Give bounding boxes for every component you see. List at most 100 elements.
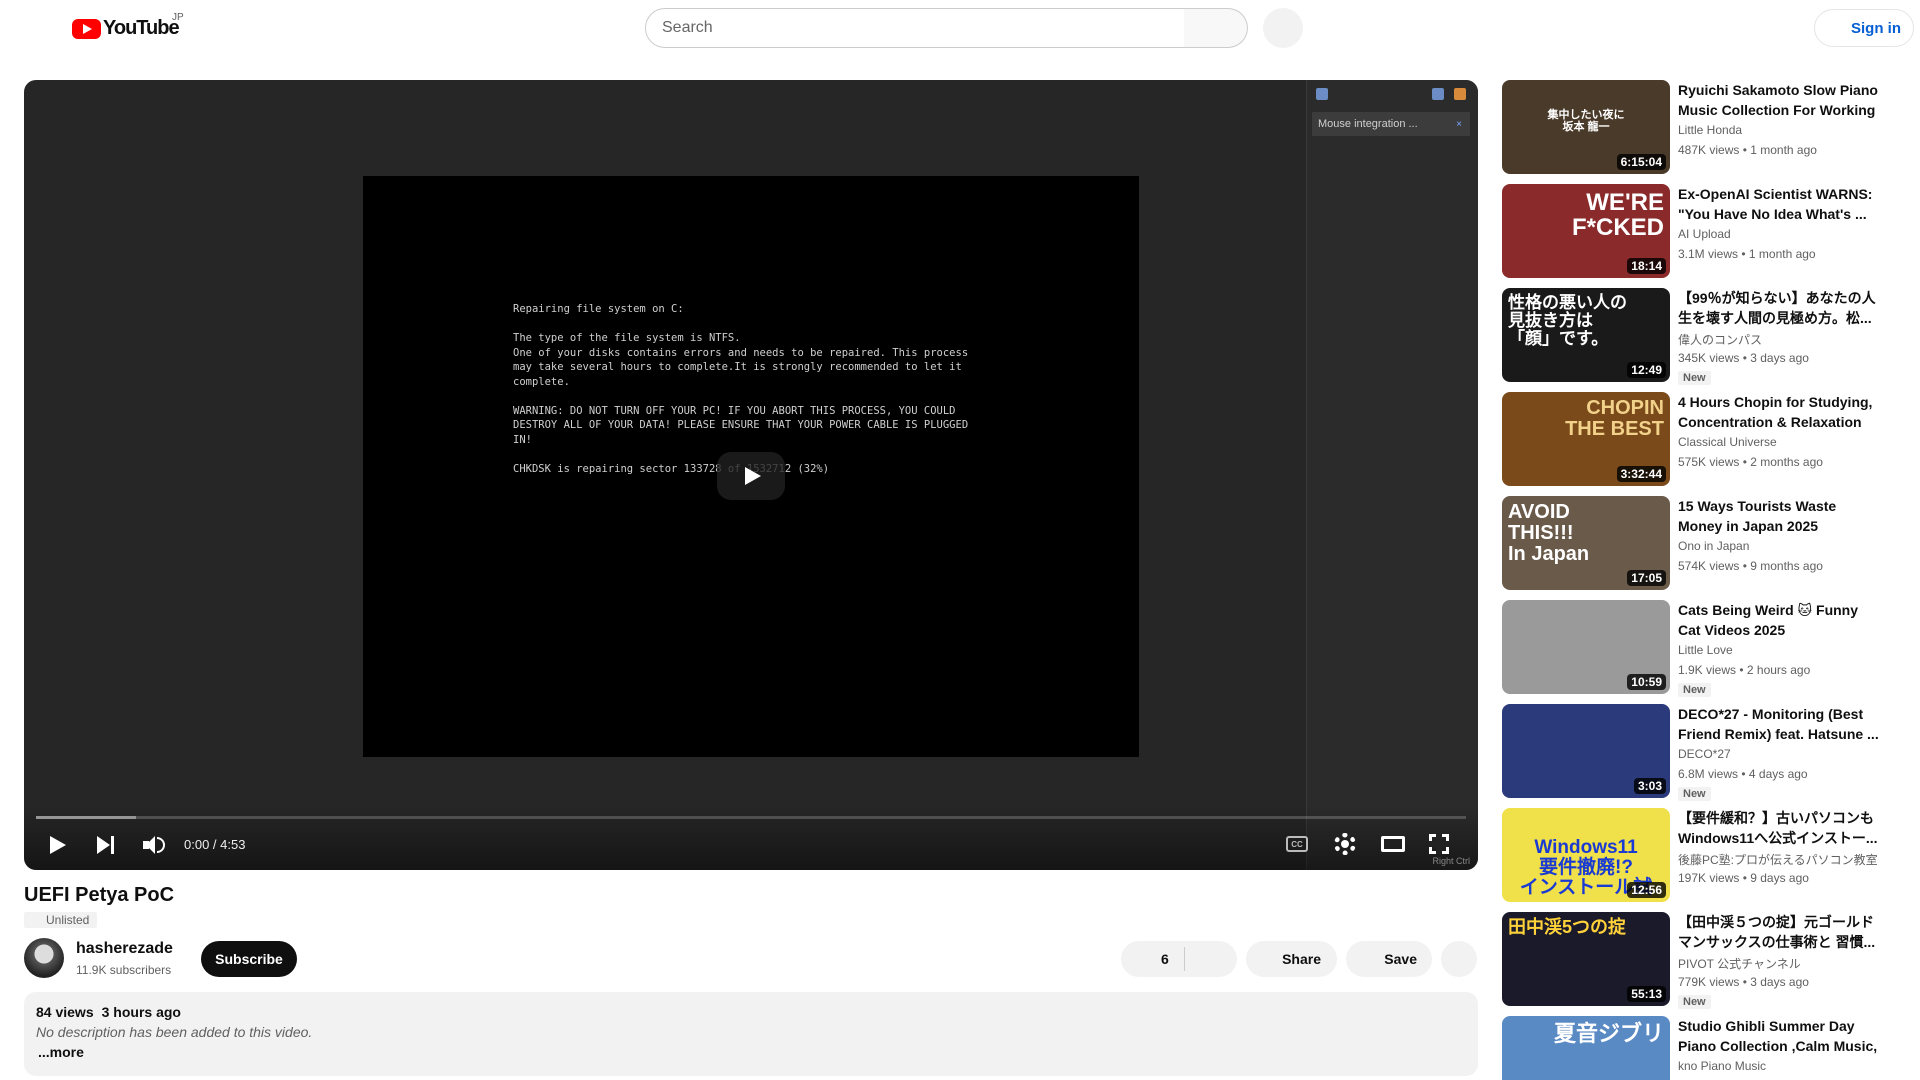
subscriber-count: 11.9K subscribers (76, 963, 172, 977)
recommendation-item[interactable]: 集中したい夜に 坂本 龍一 6:15:04 Ryuichi Sakamoto Slo… (1502, 80, 1902, 176)
recommendation-channel[interactable]: AI Upload (1678, 227, 1731, 241)
vm-notice-close-icon: × (1456, 118, 1462, 130)
vm-notice-text: Mouse integration ... (1318, 118, 1418, 130)
recommendation-channel[interactable]: Little Honda (1678, 123, 1742, 137)
recommendation-item[interactable]: 性格の悪い人の 見抜き方は 「顔」です。 12:49 【99％が知らない】あなたの人… (1502, 288, 1902, 385)
chkdsk-screen-text: Repairing file system on C: The type of … (513, 303, 969, 475)
recommendation-title[interactable]: 4 Hours Chopin for Studying, Concentrati… (1678, 392, 1884, 432)
recommendation-title[interactable]: 【要件緩和？】古いパソコンもWindows11へ公式インストー... (1678, 808, 1884, 848)
video-thumbnail[interactable]: 夏音ジブリ (1502, 1016, 1670, 1080)
new-badge: New (1678, 683, 1711, 697)
more-actions-button[interactable] (1441, 941, 1477, 977)
video-duration: 55:13 (1627, 986, 1666, 1002)
video-player[interactable]: Mouse integration ... × Repairing file s… (24, 80, 1478, 870)
large-play-button[interactable] (717, 452, 785, 500)
youtube-play-icon (72, 18, 101, 39)
theater-mode-icon[interactable] (1381, 836, 1405, 852)
recommendation-meta: 6.8M views • 4 days ago (1678, 767, 1808, 781)
video-duration: 12:49 (1627, 362, 1666, 378)
thumbnail-text: WE'RE F*CKED (1571, 189, 1664, 242)
recommendation-channel[interactable]: Classical Universe (1678, 435, 1777, 449)
recommendation-channel[interactable]: PIVOT 公式チャンネル (1678, 955, 1801, 972)
video-duration: 3:32:44 (1616, 466, 1666, 482)
save-button[interactable]: Save (1346, 941, 1432, 977)
youtube-logo[interactable]: YouTube (72, 17, 180, 40)
share-button[interactable]: Share (1246, 941, 1337, 977)
vm-tools-icon (1454, 88, 1466, 100)
description-meta: 84 views 3 hours ago (36, 1004, 1466, 1020)
thumbnail-text: CHOPIN THE BEST (1565, 397, 1664, 440)
vm-host-key: Right Ctrl (1432, 856, 1470, 866)
next-icon[interactable] (97, 836, 117, 854)
play-icon[interactable] (50, 836, 66, 854)
search-box[interactable] (645, 8, 1185, 48)
recommendation-channel[interactable]: Ono in Japan (1678, 539, 1749, 553)
video-duration: 6:15:04 (1616, 154, 1666, 170)
recommendation-title[interactable]: Studio Ghibli Summer Day Piano Collectio… (1678, 1016, 1884, 1056)
recommendation-meta: 3.1M views • 1 month ago (1678, 247, 1816, 261)
video-thumbnail[interactable]: 性格の悪い人の 見抜き方は 「顔」です。 12:49 (1502, 288, 1670, 382)
voice-search-button[interactable] (1263, 8, 1303, 48)
subscribe-button[interactable]: Subscribe (201, 941, 297, 977)
video-thumbnail[interactable]: WE'RE F*CKED 18:14 (1502, 184, 1670, 278)
vm-toolbar (1432, 88, 1466, 100)
view-count: 84 views (36, 1004, 94, 1020)
recommendation-item[interactable]: 夏音ジブリ Studio Ghibli Summer Day Piano Coll… (1502, 1016, 1902, 1080)
thumbnail-text: 田中渓5つの掟 (1508, 917, 1627, 937)
description-box[interactable]: 84 views 3 hours ago No description has b… (24, 992, 1478, 1076)
recommendation-channel[interactable]: DECO*27 (1678, 747, 1731, 761)
recommendation-meta: 345K views • 3 days ago (1678, 351, 1809, 365)
recommendation-title[interactable]: DECO*27 - Monitoring (Best Friend Remix)… (1678, 704, 1884, 744)
recommendation-channel[interactable]: 偉人のコンパス (1678, 331, 1762, 348)
captions-icon[interactable]: CC (1286, 836, 1308, 852)
player-controls: 0:00 / 4:53 CC (24, 806, 1478, 870)
video-thumbnail[interactable]: 田中渓5つの掟 55:13 (1502, 912, 1670, 1006)
settings-gear-icon[interactable] (1334, 833, 1356, 855)
video-title: UEFI Petya PoC (24, 884, 175, 906)
recommendation-title[interactable]: 15 Ways Tourists Waste Money in Japan 20… (1678, 496, 1884, 536)
thumbnail-text: 性格の悪い人の 見抜き方は 「顔」です。 (1508, 293, 1627, 348)
video-thumbnail[interactable]: CHOPIN THE BEST 3:32:44 (1502, 392, 1670, 486)
recommendation-channel[interactable]: 後藤PC塾:プロが伝えるパソコン教室 (1678, 851, 1878, 868)
recommendation-title[interactable]: 【田中渓５つの掟】元ゴールドマンサックスの仕事術と 習慣... (1678, 912, 1884, 952)
sign-in-button[interactable]: Sign in (1814, 9, 1914, 47)
video-thumbnail[interactable]: 集中したい夜に 坂本 龍一 6:15:04 (1502, 80, 1670, 174)
video-duration: 17:05 (1627, 570, 1666, 586)
channel-avatar[interactable] (24, 938, 64, 978)
progress-bar[interactable] (36, 816, 1466, 819)
video-thumbnail[interactable]: AVOID THIS!!! In Japan 17:05 (1502, 496, 1670, 590)
recommendation-meta: 1.9K views • 2 hours ago (1678, 663, 1811, 677)
video-duration: 3:03 (1633, 778, 1666, 794)
show-more-link[interactable]: ...more (38, 1044, 1466, 1060)
search-input[interactable] (662, 19, 1184, 37)
recommendation-item[interactable]: CHOPIN THE BEST 3:32:44 4 Hours Chopin for… (1502, 392, 1902, 488)
recommendation-title[interactable]: 【99％が知らない】あなたの人生を壊す人間の見極め方。松... (1678, 288, 1884, 328)
recommendation-title[interactable]: Cats Being Weird 🐱 Funny Cat Videos 2025 (1678, 600, 1884, 640)
recommendation-item[interactable]: Windows11 要件撤廃!? インストール試 12:56 【要件緩和？】古いパソ… (1502, 808, 1902, 904)
recommendation-item[interactable]: 3:03 DECO*27 - Monitoring (Best Friend Re… (1502, 704, 1902, 801)
new-badge: New (1678, 995, 1711, 1009)
recommendation-title[interactable]: Ex-OpenAI Scientist WARNS: "You Have No … (1678, 184, 1884, 224)
video-thumbnail[interactable]: 3:03 (1502, 704, 1670, 798)
recommendation-channel[interactable]: Little Love (1678, 643, 1733, 657)
video-thumbnail[interactable]: 10:59 (1502, 600, 1670, 694)
recommendation-item[interactable]: 田中渓5つの掟 55:13 【田中渓５つの掟】元ゴールドマンサックスの仕事術と 習慣… (1502, 912, 1902, 1009)
video-thumbnail[interactable]: Windows11 要件撤廃!? インストール試 12:56 (1502, 808, 1670, 902)
recommendation-item[interactable]: 10:59 Cats Being Weird 🐱 Funny Cat Videos… (1502, 600, 1902, 697)
fullscreen-icon[interactable] (1429, 834, 1449, 854)
search-button[interactable] (1184, 8, 1248, 48)
description-text: No description has been added to this vi… (36, 1024, 313, 1040)
recommendation-title[interactable]: Ryuichi Sakamoto Slow Piano Music Collec… (1678, 80, 1884, 120)
logo-text: YouTube (103, 17, 180, 39)
upload-date: 3 hours ago (101, 1004, 181, 1020)
like-button[interactable]: 6 (1161, 951, 1169, 967)
video-duration: 18:14 (1627, 258, 1666, 274)
recommendation-item[interactable]: WE'RE F*CKED 18:14 Ex-OpenAI Scientist WAR… (1502, 184, 1902, 280)
unlisted-badge: Unlisted (24, 912, 98, 928)
vm-side-panel: Mouse integration ... × (1306, 80, 1478, 870)
recommendation-channel[interactable]: kno Piano Music (1678, 1059, 1766, 1073)
vm-panel-icon (1432, 88, 1444, 100)
channel-name[interactable]: hasherezade (76, 940, 173, 958)
recommendation-item[interactable]: AVOID THIS!!! In Japan 17:05 15 Ways Touri… (1502, 496, 1902, 592)
progress-buffered (36, 816, 137, 819)
